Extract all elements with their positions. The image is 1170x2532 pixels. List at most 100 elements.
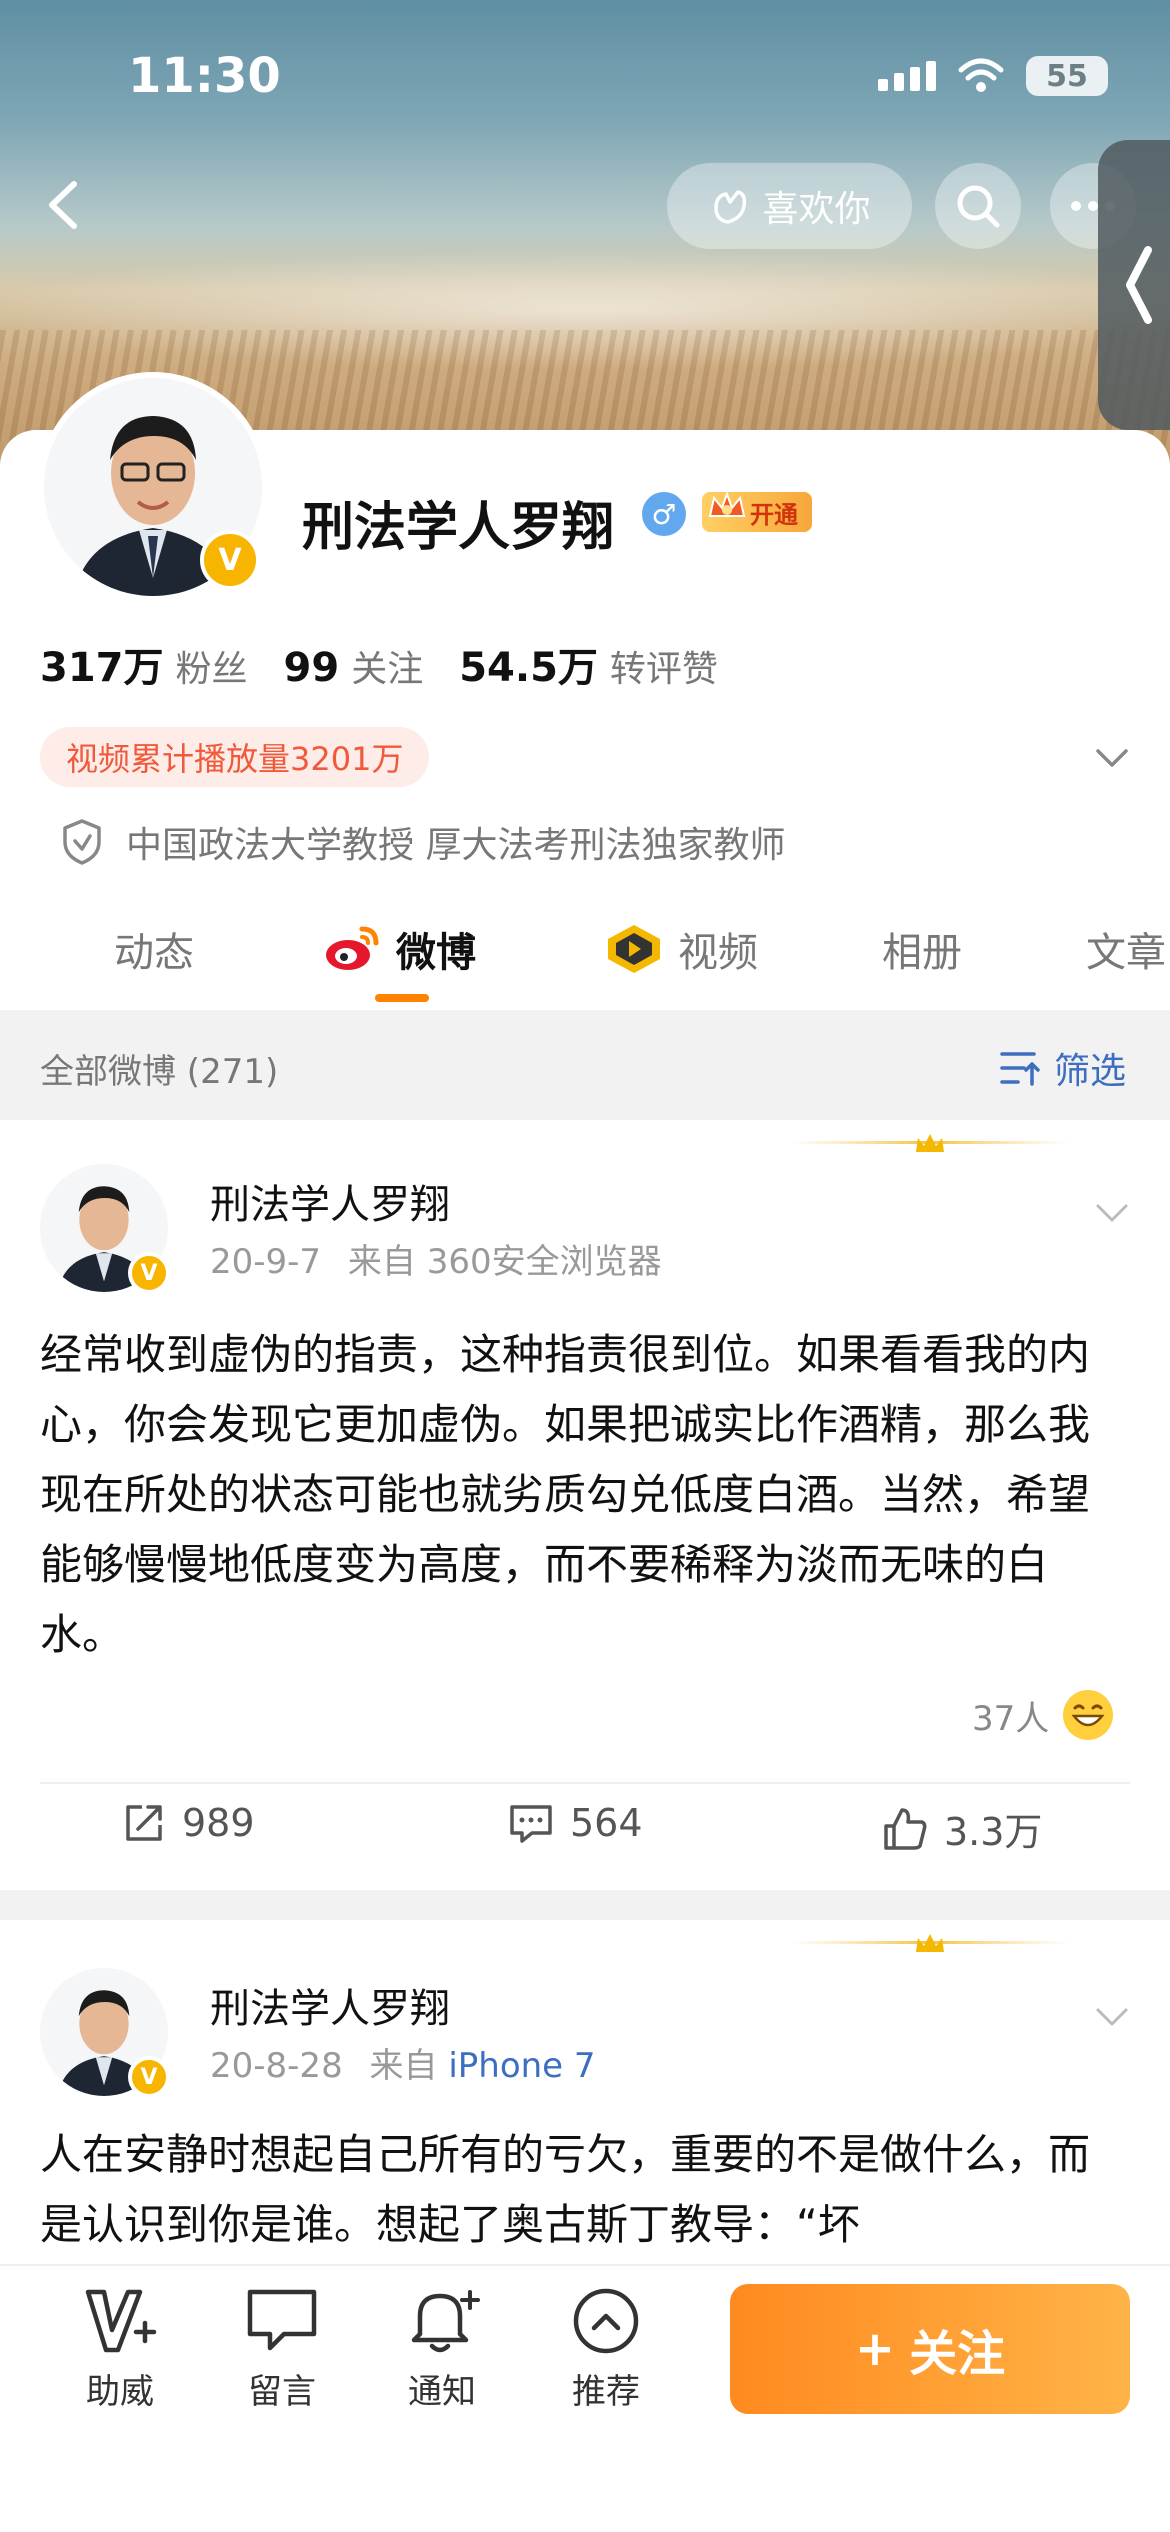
status-bar: 11:30 55 [0,0,1170,150]
stat-engagement[interactable]: 54.5万 转评赞 [459,635,718,693]
post-source: 360安全浏览器 [426,1242,662,1282]
notify-label: 通知 [408,2372,476,2412]
follow-label: 关注 [909,2326,1006,2382]
active-tab-indicator [375,994,429,1002]
stat-value: 317万 [40,645,164,691]
gender-male-icon: ♂ [642,492,686,536]
vip-label: 开通 [750,500,798,529]
recommend-button[interactable]: 推荐 [546,2286,666,2413]
profile-avatar[interactable]: V [38,372,268,602]
notify-button[interactable]: 通知 [382,2286,502,2413]
stat-value: 99 [283,645,340,691]
video-plays-badge[interactable]: 视频累计播放量3201万 [40,727,430,787]
post-date: 20-9-7 [210,1242,322,1282]
post-actions: 989 564 3.3万 [0,1785,1170,1885]
wifi-icon [958,58,1004,92]
search-button[interactable] [935,163,1021,249]
bottom-action-bar: 助威 留言 通知 推荐 + 关注 [0,2264,1170,2532]
status-icons: 55 [878,56,1108,96]
vip-open-badge[interactable]: 开通 [702,491,812,532]
search-icon [957,185,1000,228]
tab-label: 文章 [1086,930,1166,976]
reaction-summary[interactable]: 37人 [972,1690,1114,1740]
stat-value: 54.5万 [459,645,598,691]
stat-label: 关注 [351,649,424,690]
repost-button[interactable]: 989 [122,1801,255,1845]
chevron-down-icon[interactable] [1090,735,1134,779]
comment-button[interactable]: 564 [508,1801,643,1845]
cheer-icon [85,2289,157,2353]
message-icon [247,2289,317,2351]
chevron-left-icon [49,181,77,229]
certification-text: 中国政法大学教授 厚大法考刑法独家教师 [126,825,786,866]
filter-button[interactable]: 筛选 [998,1042,1126,1094]
weibo-icon [326,926,379,970]
cheer-button[interactable]: 助威 [60,2286,180,2413]
cellular-signal-icon [878,61,936,91]
stat-following[interactable]: 99 关注 [284,640,424,692]
shield-icon [63,819,101,865]
verified-badge: V [128,2056,170,2098]
stat-label: 转评赞 [609,649,718,690]
like-count: 3.3万 [944,1810,1043,1854]
certification-row: 中国政法大学教授 厚大法考刑法独家教师 [60,816,785,868]
tab-label: 动态 [114,930,194,976]
hand-heart-icon [714,190,747,224]
thumbs-up-icon [884,1807,927,1850]
post-count[interactable]: 全部微博 (271) [40,1044,278,1093]
crown-divider-icon [790,1934,1070,1952]
filter-label: 筛选 [1053,1051,1126,1092]
post-source-prefix: 来自 [369,2046,438,2086]
bell-plus-icon [411,2290,480,2353]
post-card[interactable]: V 刑法学人罗翔 20-8-28 来自 iPhone 7 人在安静时想起自己所有… [0,1920,1170,2264]
tab-dynamic[interactable]: 动态 [114,920,194,978]
comment-icon [510,1805,552,1843]
stat-followers[interactable]: 317万 粉丝 [40,635,248,693]
profile-tabs: 动态 微博 视频 相册 文章 [0,910,1170,1010]
post-author[interactable]: 刑法学人罗翔 [210,1172,450,1230]
post-author[interactable]: 刑法学人罗翔 [210,1976,450,2034]
comment-count: 564 [570,1801,643,1845]
cheer-label: 助威 [86,2372,154,2412]
repost-count: 989 [182,1801,255,1845]
crown-divider-icon [790,1134,1070,1152]
post-meta: 20-8-28 来自 iPhone 7 [210,2038,596,2087]
tab-weibo[interactable]: 微博 [322,920,476,978]
post-text: 人在安静时想起自己所有的亏欠，重要的不是做什么，而是认识到你是谁。想起了奥古斯丁… [40,2130,1091,2249]
chevron-down-icon[interactable] [1090,1190,1134,1234]
status-time: 11:30 [128,48,281,104]
like-button[interactable]: 3.3万 [882,1801,1042,1856]
message-button[interactable]: 留言 [222,2286,342,2413]
post-meta: 20-9-7 来自 360安全浏览器 [210,1234,662,1283]
tab-album[interactable]: 相册 [882,920,962,978]
crown-icon [708,491,746,517]
post-source[interactable]: iPhone 7 [448,2046,595,2086]
back-button[interactable] [30,170,100,240]
side-drawer-handle[interactable] [1098,140,1170,430]
grin-emoji-icon [1063,1690,1114,1740]
filter-icon [1000,1052,1040,1086]
profile-stats: 317万 粉丝 99 关注 54.5万 转评赞 [40,635,754,693]
like-you-label: 喜欢你 [762,189,871,230]
chevron-down-icon[interactable] [1090,1994,1134,2038]
profile-name: 刑法学人罗翔 [302,498,615,558]
tab-label: 相册 [882,930,962,976]
reaction-count: 37人 [972,1698,1050,1739]
tab-label: 微博 [396,930,476,976]
post-source-prefix: 来自 [347,1242,416,1282]
post-separator [0,1890,1170,1920]
follow-button[interactable]: + 关注 [730,2284,1130,2414]
battery-indicator: 55 [1026,56,1108,96]
like-you-button[interactable]: 喜欢你 [667,163,912,249]
post-date: 20-8-28 [210,2046,343,2086]
video-badge-icon [608,925,660,973]
tab-articles[interactable]: 文章 [1086,920,1166,978]
verified-badge: V [128,1252,170,1294]
post-divider [40,1782,1130,1784]
tab-video[interactable]: 视频 [604,920,758,978]
chevron-up-circle-icon [573,2288,639,2354]
post-text: 经常收到虚伪的指责，这种指责很到位。如果看看我的内心，你会发现它更加虚伪。如果把… [40,1330,1091,1659]
plus-icon: + [854,2321,896,2377]
verified-badge: V [200,530,260,590]
post-card[interactable]: V 刑法学人罗翔 20-9-7 来自 360安全浏览器 经常收到虚伪的指责，这种… [0,1120,1170,1890]
